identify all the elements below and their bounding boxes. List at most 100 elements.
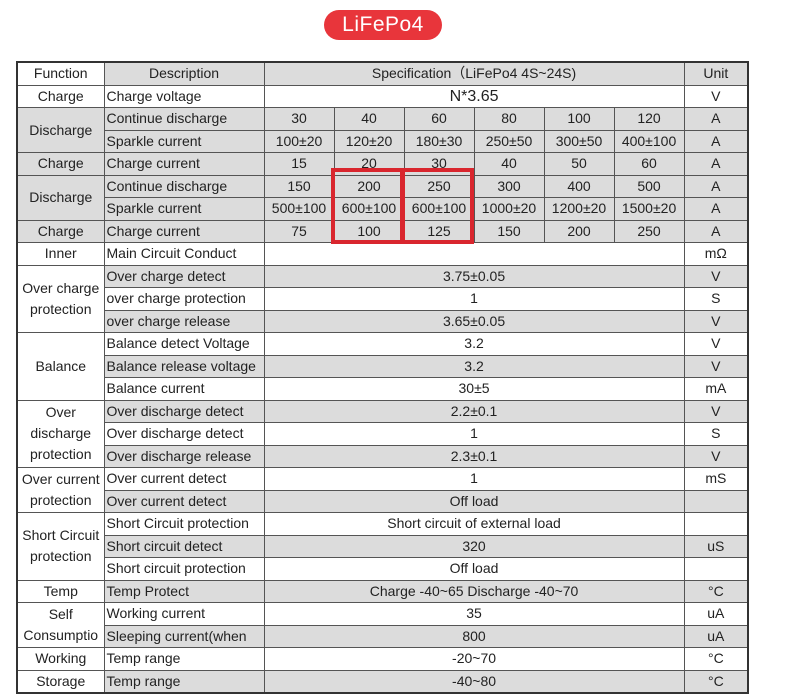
value-cell: 50 <box>543 152 615 176</box>
description-cell: Main Circuit Conduct <box>103 242 265 266</box>
function-cell: Balance <box>16 332 105 401</box>
unit-cell: mΩ <box>683 242 749 266</box>
value-cell: 3.75±0.05 <box>263 264 685 288</box>
table-row: Inner Main Circuit Conduct mΩ <box>16 242 749 266</box>
table-row: Sleeping current(when 800 uA <box>17 624 749 648</box>
value-cell: 400 <box>543 174 615 198</box>
table-row: Balance release voltage 3.2 V <box>17 354 749 378</box>
function-cell: Discharge <box>16 107 105 153</box>
value-cell: 2.2±0.1 <box>263 399 685 423</box>
value-cell: 320 <box>263 534 685 558</box>
function-cell: Charge <box>16 219 105 243</box>
description-cell: Over current detect <box>103 467 265 491</box>
table-row: over charge protection 1 S <box>17 287 749 311</box>
function-cell: Discharge <box>16 174 105 221</box>
description-cell: Over current detect <box>103 489 265 513</box>
value-cell: 180±30 <box>403 129 475 153</box>
unit-cell: S <box>683 422 749 446</box>
value-cell: 200 <box>543 219 615 243</box>
description-cell: Short circuit protection <box>103 557 265 581</box>
unit-cell: A <box>683 174 749 198</box>
value-cell: Short circuit of external load <box>263 512 685 536</box>
unit-cell: V <box>683 444 749 468</box>
value-cell <box>263 242 685 266</box>
value-cell: 15 <box>263 152 335 176</box>
value-cell: 60 <box>403 107 475 131</box>
unit-cell: °C <box>683 579 749 603</box>
value-cell: 40 <box>473 152 545 176</box>
unit-cell <box>683 557 749 581</box>
function-cell: Working <box>16 647 105 671</box>
description-cell: Sparkle current <box>103 197 265 221</box>
description-cell: Charge voltage <box>103 84 265 108</box>
description-cell: over charge protection <box>103 287 265 311</box>
unit-cell: uA <box>683 624 749 648</box>
function-cell: Inner <box>16 242 105 266</box>
description-cell: Over discharge release <box>103 444 265 468</box>
description-cell: Charge current <box>103 152 265 176</box>
value-cell: 1 <box>263 422 685 446</box>
description-cell: Temp range <box>103 647 265 671</box>
unit-cell: S <box>683 287 749 311</box>
function-cell: Over charge protection <box>16 264 105 333</box>
header-unit: Unit <box>683 61 749 86</box>
description-cell: Sparkle current <box>103 129 265 153</box>
table-row: Over current detect Off load <box>17 489 749 513</box>
unit-cell <box>683 489 749 513</box>
chemistry-badge: LiFePo4 <box>324 10 442 40</box>
unit-cell: V <box>683 264 749 288</box>
value-cell: 1 <box>263 467 685 491</box>
function-cell: Over discharge protection <box>16 399 105 468</box>
description-cell: Temp range <box>103 669 265 694</box>
value-cell: 1500±20 <box>613 197 685 221</box>
table-row: Short circuit protection Off load <box>17 557 749 581</box>
description-cell: Sleeping current(when <box>103 624 265 648</box>
unit-cell: V <box>683 84 749 108</box>
value-cell: 300±50 <box>543 129 615 153</box>
table-row: Sparkle current 100±20 120±20 180±30 250… <box>17 129 749 153</box>
table-row: Discharge Continue discharge 30 40 60 80… <box>16 107 749 153</box>
header-function: Function <box>16 61 105 86</box>
value-cell: Off load <box>263 489 685 513</box>
table-row: Over current protection Over current det… <box>16 467 749 513</box>
value-cell: 40 <box>333 107 405 131</box>
value-cell: 75 <box>263 219 335 243</box>
value-cell: 500±100 <box>263 197 335 221</box>
value-cell: 30 <box>263 107 335 131</box>
description-cell: Short circuit detect <box>103 534 265 558</box>
value-cell: N*3.65 <box>263 84 685 108</box>
value-cell: 100±20 <box>263 129 335 153</box>
description-cell: Over charge detect <box>103 264 265 288</box>
unit-cell: uA <box>683 602 749 626</box>
value-cell: 800 <box>263 624 685 648</box>
description-cell: Short Circuit protection <box>103 512 265 536</box>
table-row: Storage Temp range -40~80 °C <box>16 669 749 694</box>
unit-cell: V <box>683 309 749 333</box>
table-row: Balance current 30±5 mA <box>17 377 749 401</box>
table-row: Temp Temp Protect Charge -40~65 Discharg… <box>16 579 749 603</box>
description-cell: Balance release voltage <box>103 354 265 378</box>
value-cell: 120 <box>613 107 685 131</box>
unit-cell: V <box>683 332 749 356</box>
value-cell: 3.2 <box>263 332 685 356</box>
value-cell: Charge -40~65 Discharge -40~70 <box>263 579 685 603</box>
value-cell: 35 <box>263 602 685 626</box>
value-cell: 30±5 <box>263 377 685 401</box>
table-row: Over charge protection Over charge detec… <box>16 264 749 333</box>
value-cell: 1 <box>263 287 685 311</box>
value-cell: 1000±20 <box>473 197 545 221</box>
function-cell: Temp <box>16 579 105 603</box>
table-row: Balance Balance detect Voltage 3.2 V <box>16 332 749 401</box>
table-row: Self Consumptio Working current 35 uA <box>16 602 749 648</box>
unit-cell: V <box>683 399 749 423</box>
unit-cell: mA <box>683 377 749 401</box>
highlight-box-200a <box>331 168 404 244</box>
table-row: Over discharge detect 1 S <box>17 422 749 446</box>
description-cell: Balance current <box>103 377 265 401</box>
value-cell: -40~80 <box>263 669 685 694</box>
header-description: Description <box>103 61 265 86</box>
table-row: Short Circuit protection Short Circuit p… <box>16 512 749 581</box>
function-cell: Charge <box>16 84 105 108</box>
value-cell: 1200±20 <box>543 197 615 221</box>
unit-cell: A <box>683 107 749 131</box>
